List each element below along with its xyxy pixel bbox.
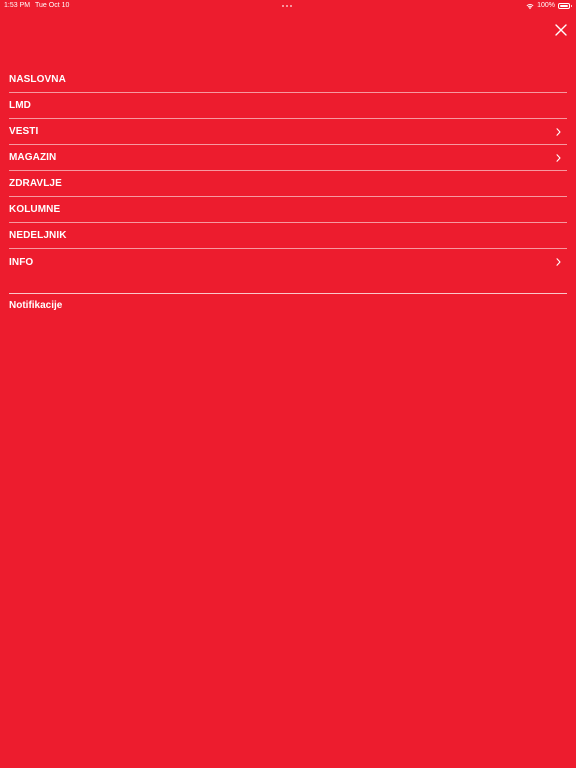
battery-icon xyxy=(558,3,572,9)
battery-percent: 100% xyxy=(537,2,555,9)
menu-item-label: KOLUMNE xyxy=(9,204,61,215)
menu-item-label: NASLOVNA xyxy=(9,74,66,85)
menu-item-label: ZDRAVLJE xyxy=(9,178,62,189)
menu-item-zdravlje[interactable]: ZDRAVLJE xyxy=(9,171,567,197)
menu-item-naslovna[interactable]: NASLOVNA xyxy=(9,67,567,93)
menu-item-kolumne[interactable]: KOLUMNE xyxy=(9,197,567,223)
status-indicators: 100% xyxy=(526,0,572,12)
menu-item-info[interactable]: INFO xyxy=(9,249,567,275)
close-button[interactable] xyxy=(552,21,570,39)
close-icon xyxy=(555,24,567,36)
menu-item-label: LMD xyxy=(9,100,31,111)
menu-item-magazin[interactable]: MAGAZIN xyxy=(9,145,567,171)
menu-item-label: VESTI xyxy=(9,126,39,137)
menu-item-vesti[interactable]: VESTI xyxy=(9,119,567,145)
menu-item-label: MAGAZIN xyxy=(9,152,57,163)
chevron-right-icon xyxy=(556,153,561,162)
chevron-right-icon xyxy=(556,127,561,136)
notifications-link[interactable]: Notifikacije xyxy=(9,300,62,312)
status-bar: 1:53 PM Tue Oct 10 100% xyxy=(0,0,576,12)
chevron-right-icon xyxy=(556,258,561,266)
status-date: Tue Oct 10 xyxy=(35,2,70,9)
menu-item-label: INFO xyxy=(9,256,34,268)
menu-item-lmd[interactable]: LMD xyxy=(9,93,567,119)
menu-item-label: NEDELJNIK xyxy=(9,230,67,241)
multitasking-dots-icon[interactable] xyxy=(282,5,292,7)
menu-item-nedeljnik[interactable]: NEDELJNIK xyxy=(9,223,567,249)
menu-divider xyxy=(9,293,567,294)
navigation-menu: NASLOVNA LMD VESTI MAGAZIN ZDRAVLJE KOLUMNE NE… xyxy=(9,67,567,275)
wifi-icon xyxy=(526,3,534,9)
status-time: 1:53 PM xyxy=(4,2,31,9)
